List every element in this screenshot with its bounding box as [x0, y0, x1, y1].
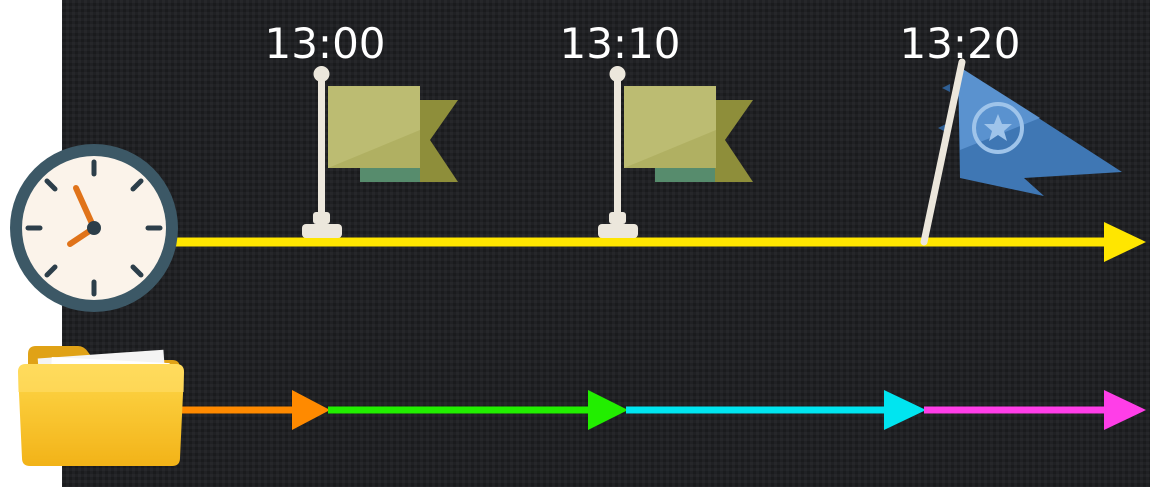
timeline-diagram: 13:00 13:10 13:20: [10, 0, 1150, 487]
time-label-1300: 13:00: [264, 19, 385, 68]
time-label-1310: 13:10: [559, 19, 680, 68]
folder-icon: [18, 346, 184, 466]
clock-icon: [10, 144, 178, 312]
